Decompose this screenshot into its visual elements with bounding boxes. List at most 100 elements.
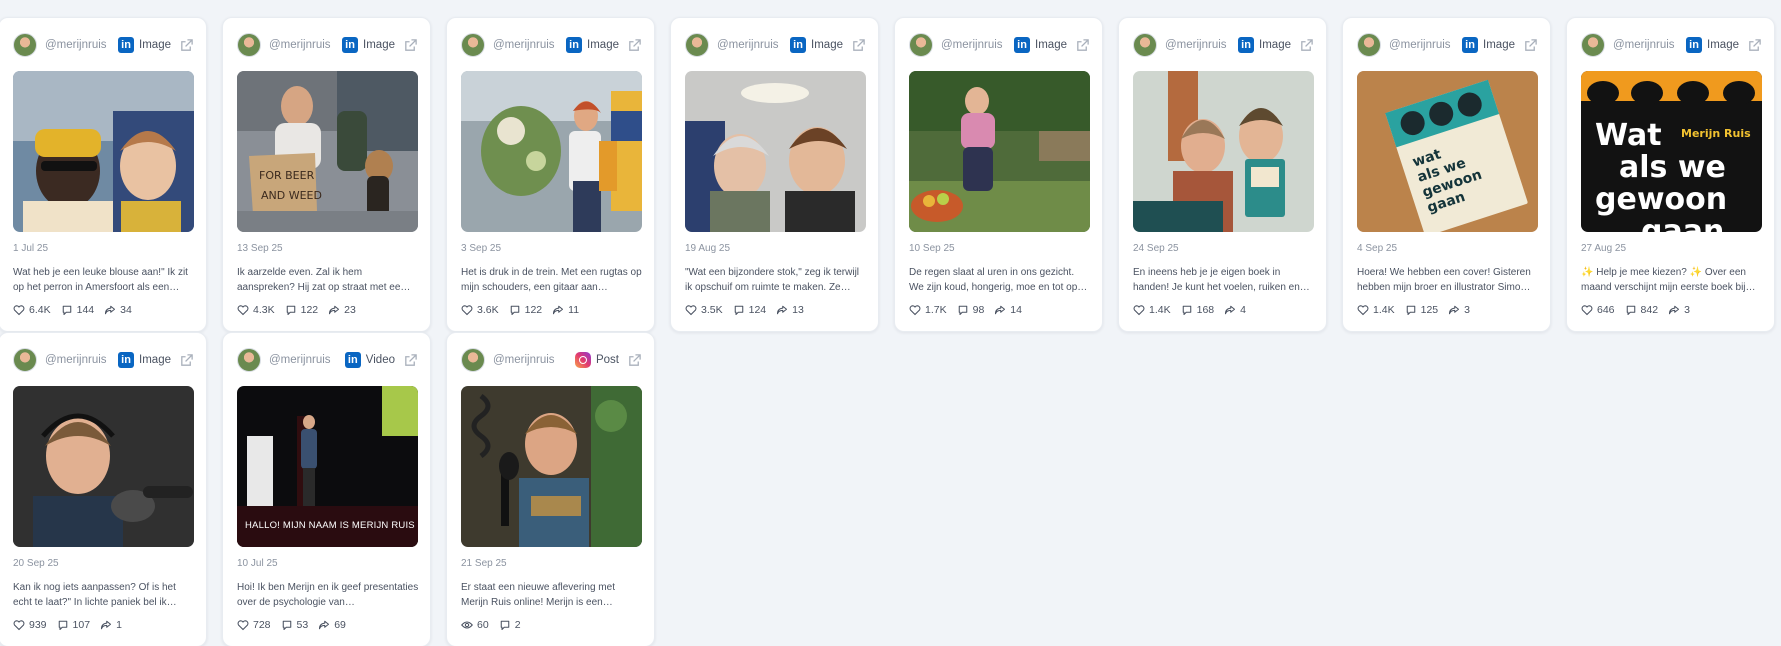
post-card[interactable]: @merijnruis Post 21 Sep 25 Er staat een … (446, 332, 655, 646)
post-text: Het is druk in de trein. Met een rugtas … (461, 267, 642, 293)
heart-icon (13, 305, 25, 316)
shares-count: 13 (792, 304, 804, 316)
external-link-icon[interactable] (179, 38, 194, 53)
post-image[interactable] (685, 71, 866, 232)
external-link-icon[interactable] (403, 38, 418, 53)
share-icon (777, 305, 788, 315)
likes-stat: 4.3K (237, 304, 275, 316)
post-date: 21 Sep 25 (461, 558, 507, 569)
post-card[interactable]: @merijnruis in Image 3 Sep 25 Het is dru… (446, 17, 655, 332)
likes-stat: 3.5K (685, 304, 723, 316)
avatar[interactable] (1357, 33, 1381, 57)
external-link-icon[interactable] (1299, 38, 1314, 53)
post-video[interactable]: HALLO! MIJN NAAM IS MERIJN RUIS (237, 386, 418, 547)
avatar[interactable] (13, 348, 37, 372)
avatar[interactable] (237, 348, 261, 372)
shares-stat: 3 (1668, 304, 1690, 316)
post-text: Hoera! We hebben een cover! Gisteren heb… (1357, 267, 1531, 293)
post-type-label: Image (139, 39, 171, 51)
video-caption: HALLO! MIJN NAAM IS MERIJN RUIS (245, 520, 415, 531)
author-handle[interactable]: @merijnruis (493, 354, 575, 366)
post-image[interactable] (461, 386, 642, 547)
author-handle[interactable]: @merijnruis (717, 39, 790, 51)
avatar[interactable] (1133, 33, 1157, 57)
likes-count: 646 (1597, 304, 1615, 316)
likes-stat: 646 (1581, 304, 1615, 316)
likes-count: 1.7K (925, 304, 947, 316)
avatar[interactable] (461, 33, 485, 57)
post-card[interactable]: @merijnruis in Image Wat Merijn Ruis als… (1566, 17, 1775, 332)
post-image[interactable] (1133, 71, 1314, 232)
linkedin-icon: in (1014, 37, 1031, 53)
platform-badge: in Image (790, 37, 843, 53)
card-header: @merijnruis in Video (237, 348, 418, 372)
likes-count: 3.5K (701, 304, 723, 316)
external-link-icon[interactable] (403, 353, 418, 368)
avatar[interactable] (909, 33, 933, 57)
post-image[interactable]: FOR BEER AND WEED (237, 71, 418, 232)
comments-stat: 98 (957, 304, 984, 316)
external-link-icon[interactable] (851, 38, 866, 53)
heart-icon (685, 305, 697, 316)
post-card[interactable]: @merijnruis in Image 24 Sep 25 En ineens… (1118, 17, 1327, 332)
author-handle[interactable]: @merijnruis (1165, 39, 1238, 51)
external-link-icon[interactable] (1075, 38, 1090, 53)
comments-stat: 122 (285, 304, 319, 316)
linkedin-icon: in (790, 37, 807, 53)
comment-icon (282, 620, 291, 631)
author-handle[interactable]: @merijnruis (45, 354, 118, 366)
author-handle[interactable]: @merijnruis (941, 39, 1014, 51)
post-image[interactable]: wat als we gewoon gaan (1357, 71, 1538, 232)
post-card[interactable]: @merijnruis in Image 1 Jul 25 Wat heb je… (0, 17, 207, 332)
post-card[interactable]: @merijnruis in Image wat als we gewoon g… (1342, 17, 1551, 332)
external-link-icon[interactable] (1747, 38, 1762, 53)
post-date: 10 Jul 25 (237, 558, 278, 569)
author-handle[interactable]: @merijnruis (45, 39, 118, 51)
avatar[interactable] (685, 33, 709, 57)
comments-count: 122 (300, 304, 319, 316)
avatar[interactable] (13, 33, 37, 57)
comment-icon (286, 305, 295, 316)
author-handle[interactable]: @merijnruis (493, 39, 566, 51)
post-card[interactable]: @merijnruis in Video HALLO! MIJN NAAM IS… (222, 332, 431, 646)
avatar[interactable] (461, 348, 485, 372)
external-link-icon[interactable] (627, 353, 642, 368)
post-image[interactable] (909, 71, 1090, 232)
share-icon (319, 620, 330, 630)
external-link-icon[interactable] (627, 38, 642, 53)
card-header: @merijnruis in Image (13, 33, 194, 57)
likes-stat: 728 (237, 619, 271, 631)
post-card[interactable]: @merijnruis in Image 10 Sep 25 De regen … (894, 17, 1103, 332)
share-icon (101, 620, 112, 630)
post-date: 10 Sep 25 (909, 243, 955, 254)
post-image[interactable]: Wat Merijn Ruis als we gewoon gaan (1581, 71, 1762, 232)
shares-count: 11 (568, 304, 580, 316)
shares-stat: 3 (1448, 304, 1470, 316)
post-card[interactable]: @merijnruis in Image 20 Sep 25 Kan ik no… (0, 332, 207, 646)
card-header: @merijnruis in Image (461, 33, 642, 57)
comments-stat: 107 (57, 619, 90, 631)
shares-stat: 4 (1224, 304, 1246, 316)
card-header: @merijnruis in Image (237, 33, 418, 57)
author-handle[interactable]: @merijnruis (1389, 39, 1462, 51)
author-handle[interactable]: @merijnruis (1613, 39, 1686, 51)
author-handle[interactable]: @merijnruis (269, 354, 345, 366)
post-card[interactable]: @merijnruis in Image FOR BEER AND WEED 1… (222, 17, 431, 332)
heart-icon (1133, 305, 1145, 316)
post-date: 24 Sep 25 (1133, 243, 1179, 254)
external-link-icon[interactable] (179, 353, 194, 368)
post-image[interactable] (461, 71, 642, 232)
avatar[interactable] (1581, 33, 1605, 57)
card-header: @merijnruis in Image (909, 33, 1090, 57)
author-handle[interactable]: @merijnruis (269, 39, 342, 51)
external-link-icon[interactable] (1523, 38, 1538, 53)
comments-stat: 122 (509, 304, 542, 316)
comments-stat: 144 (61, 304, 94, 316)
avatar[interactable] (237, 33, 261, 57)
card-header: @merijnruis in Image (685, 33, 866, 57)
post-type-label: Image (139, 354, 171, 366)
comments-stat: 2 (499, 619, 521, 631)
post-image[interactable] (13, 71, 194, 232)
post-card[interactable]: @merijnruis in Image 19 Aug 25 "Wat een … (670, 17, 879, 332)
post-image[interactable] (13, 386, 194, 547)
